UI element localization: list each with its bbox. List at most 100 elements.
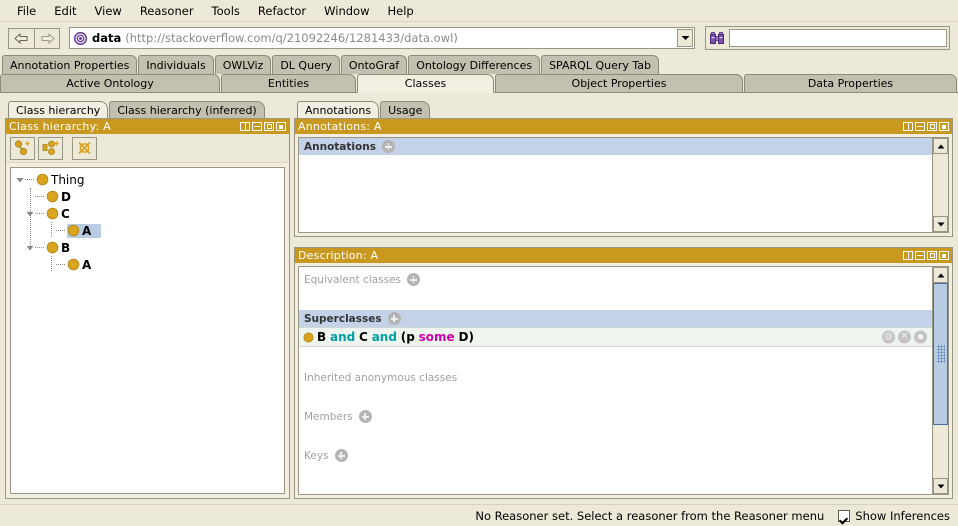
- menu-item-file[interactable]: File: [8, 2, 45, 20]
- menu-item-refactor[interactable]: Refactor: [249, 2, 315, 20]
- expr-token-class-b: B: [317, 330, 327, 344]
- add-subclass-button[interactable]: [10, 136, 35, 160]
- minimize-icon[interactable]: [915, 122, 925, 131]
- annotate-axiom-button[interactable]: @: [882, 330, 895, 344]
- tree-connector: [25, 171, 36, 188]
- add-superclass-button[interactable]: [387, 312, 401, 325]
- tab-classes[interactable]: Classes: [357, 74, 494, 93]
- scroll-down-button[interactable]: [933, 478, 948, 494]
- add-key-button[interactable]: [334, 449, 348, 462]
- class-hierarchy-toolbar: [6, 134, 289, 163]
- subtab-annotations[interactable]: Annotations: [297, 101, 380, 118]
- split-pane-icon[interactable]: [240, 122, 250, 131]
- show-inferences-toggle[interactable]: Show Inferences: [838, 509, 950, 523]
- delete-axiom-button[interactable]: ✕: [898, 330, 911, 344]
- tab-active-ontology[interactable]: Active Ontology: [0, 74, 220, 92]
- class-icon: [46, 241, 59, 254]
- ontology-iri-field[interactable]: data (http://stackoverflow.com/q/2109224…: [69, 27, 695, 49]
- close-icon[interactable]: [939, 251, 949, 260]
- tree-node-label: C: [61, 206, 70, 221]
- menu-item-help[interactable]: Help: [378, 2, 422, 20]
- scroll-track[interactable]: [933, 283, 948, 478]
- description-scrollbar[interactable]: [932, 267, 948, 494]
- close-icon[interactable]: [276, 122, 286, 131]
- add-sibling-icon: [42, 140, 59, 155]
- annotations-scrollbar[interactable]: [932, 138, 948, 232]
- tab-sparql-query[interactable]: SPARQL Query Tab: [541, 55, 659, 74]
- subtab-class-hierarchy[interactable]: Class hierarchy: [8, 101, 109, 118]
- forward-button[interactable]: [34, 27, 60, 49]
- add-equivalent-class-button[interactable]: [407, 273, 421, 286]
- expand-arrow-icon[interactable]: [14, 171, 25, 188]
- ontology-dropdown-button[interactable]: [677, 29, 693, 47]
- split-pane-icon[interactable]: [903, 122, 913, 131]
- subtab-usage[interactable]: Usage: [380, 101, 431, 118]
- tab-owlviz[interactable]: OWLViz: [214, 55, 272, 74]
- maximize-icon[interactable]: [264, 122, 274, 131]
- tree-node-a-under-b[interactable]: A: [11, 256, 284, 273]
- delete-class-icon: [78, 141, 91, 155]
- annotations-empty-list[interactable]: [299, 155, 932, 232]
- class-icon: [67, 224, 80, 237]
- tree-node-c[interactable]: C: [11, 205, 284, 222]
- tree-connector: [56, 222, 67, 239]
- maximize-icon[interactable]: [927, 251, 937, 260]
- back-button[interactable]: [8, 27, 34, 49]
- menu-item-window[interactable]: Window: [315, 2, 378, 20]
- tree-node-label: A: [82, 223, 92, 238]
- menu-item-view[interactable]: View: [86, 2, 131, 20]
- expand-arrow-icon[interactable]: [24, 239, 35, 256]
- scroll-track[interactable]: [933, 154, 948, 216]
- add-sibling-class-button[interactable]: [38, 136, 63, 160]
- scroll-up-button[interactable]: [933, 267, 948, 283]
- search-input[interactable]: [729, 29, 947, 47]
- tab-object-properties[interactable]: Object Properties: [495, 74, 743, 92]
- maximize-icon[interactable]: [927, 122, 937, 131]
- tab-individuals[interactable]: Individuals: [138, 55, 214, 74]
- show-inferences-checkbox[interactable]: [838, 509, 851, 522]
- subtab-class-hierarchy-inferred[interactable]: Class hierarchy (inferred): [109, 101, 265, 118]
- minimize-icon[interactable]: [252, 122, 262, 131]
- menu-item-tools[interactable]: Tools: [203, 2, 249, 20]
- menu-item-edit[interactable]: Edit: [45, 2, 85, 20]
- scroll-down-button[interactable]: [933, 216, 948, 232]
- delete-class-button[interactable]: [72, 136, 97, 160]
- expr-token-property-p: (p: [400, 330, 415, 344]
- caret-up-icon: [937, 144, 944, 148]
- tab-entities[interactable]: Entities: [221, 74, 356, 92]
- tab-annotation-properties[interactable]: Annotation Properties: [2, 55, 138, 74]
- add-annotation-button[interactable]: [381, 140, 395, 153]
- main-tab-row: Active Ontology Entities Classes Object …: [0, 74, 958, 93]
- tree-connector: [35, 239, 46, 256]
- add-member-button[interactable]: [358, 410, 372, 423]
- tree-node-d[interactable]: D: [11, 188, 284, 205]
- tree-node-thing[interactable]: Thing: [11, 171, 284, 188]
- menu-item-reasoner[interactable]: Reasoner: [131, 2, 203, 20]
- expr-token-class-d: D): [458, 330, 474, 344]
- tree-node-label: Thing: [51, 172, 85, 187]
- members-label: Members: [304, 410, 353, 423]
- tab-data-properties[interactable]: Data Properties: [744, 74, 957, 92]
- minimize-icon[interactable]: [915, 251, 925, 260]
- close-icon[interactable]: [939, 122, 949, 131]
- scroll-up-button[interactable]: [933, 138, 948, 154]
- split-pane-icon[interactable]: [903, 251, 913, 260]
- tree-node-a-under-c[interactable]: A: [11, 222, 284, 239]
- superclass-axiom-row[interactable]: B and C and (p some D) @ ✕ ●: [299, 327, 932, 347]
- tab-dl-query[interactable]: DL Query: [272, 55, 340, 74]
- tree-node-b[interactable]: B: [11, 239, 284, 256]
- inherited-anonymous-empty: [299, 386, 932, 408]
- inherited-anonymous-label: Inherited anonymous classes: [304, 371, 458, 384]
- expand-arrow-icon[interactable]: [24, 205, 35, 222]
- scroll-thumb[interactable]: [933, 283, 948, 426]
- annotations-section-label: Annotations: [304, 140, 376, 153]
- class-hierarchy-tree[interactable]: Thing D C A B A: [10, 167, 285, 494]
- plugin-tab-row: Annotation Properties Individuals OWLViz…: [0, 54, 958, 74]
- edit-axiom-button[interactable]: ●: [914, 330, 927, 344]
- main-workspace: Class hierarchy Class hierarchy (inferre…: [0, 94, 958, 504]
- tab-ontograf[interactable]: OntoGraf: [340, 55, 408, 74]
- back-arrow-icon: [14, 32, 28, 44]
- tab-ontology-differences[interactable]: Ontology Differences: [408, 55, 541, 74]
- show-inferences-label: Show Inferences: [855, 508, 950, 523]
- superclasses-spacer: [299, 347, 932, 369]
